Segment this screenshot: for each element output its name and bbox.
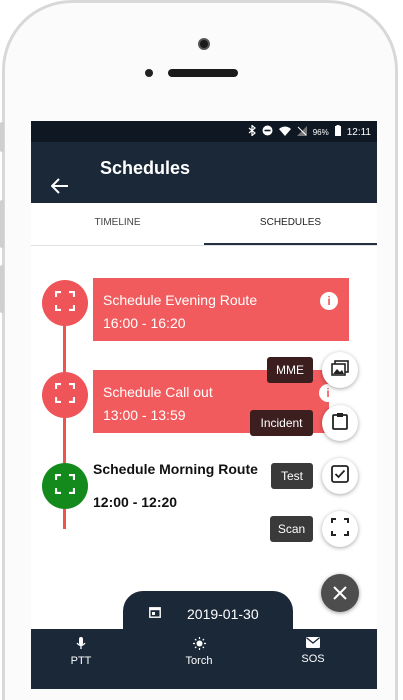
battery-level: 96% (312, 127, 329, 137)
scan-icon (54, 382, 76, 408)
nav-label: SOS (301, 653, 325, 665)
image-icon (331, 359, 349, 381)
schedule-time: 16:00 - 16:20 (103, 315, 186, 331)
speed-dial-label-scan[interactable]: Scan (270, 516, 313, 542)
signal-icon (296, 125, 307, 139)
scan-icon (331, 517, 349, 541)
do-not-disturb-icon (262, 125, 273, 139)
schedule-name: Schedule Evening Route (103, 292, 258, 308)
schedule-node (42, 463, 88, 509)
nav-label: PTT (70, 655, 92, 667)
front-camera (198, 38, 210, 50)
side-button (0, 122, 4, 152)
bluetooth-icon (248, 124, 256, 139)
mic-icon (76, 637, 86, 653)
side-button (0, 200, 4, 248)
earpiece-speaker (168, 69, 238, 77)
page-title: Schedules (100, 158, 191, 178)
clock: 12:11 (346, 126, 371, 138)
wifi-icon (278, 126, 291, 139)
nav-sos[interactable]: SOS (283, 637, 343, 665)
speed-dial-label-test[interactable]: Test (271, 463, 313, 489)
proximity-sensor (145, 69, 153, 77)
phone-frame: 96% 12:11 Schedules TIMELINE SCHEDULES S… (0, 0, 403, 700)
checkbox-icon (331, 464, 349, 488)
schedule-time: 12:00 - 12:20 (93, 494, 178, 510)
side-button (0, 265, 4, 313)
close-speed-dial-button[interactable] (321, 574, 359, 612)
scan-icon (54, 290, 76, 316)
schedule-name: Schedule Call out (103, 384, 213, 400)
tab-timeline[interactable]: TIMELINE (31, 203, 204, 243)
close-icon (333, 583, 347, 605)
status-bar: 96% 12:11 (31, 121, 377, 142)
schedule-node (42, 372, 88, 418)
bottom-nav: PTT Torch SOS (31, 629, 377, 689)
speed-dial-scan-button[interactable] (322, 511, 358, 547)
scan-icon (54, 473, 76, 499)
nav-torch[interactable]: Torch (169, 637, 229, 667)
schedule-card[interactable]: Schedule Evening Route 16:00 - 16:20 i (93, 278, 349, 341)
speed-dial-label-mme[interactable]: MME (267, 357, 313, 383)
schedule-name[interactable]: Schedule Morning Route (93, 461, 258, 477)
back-arrow-icon[interactable] (50, 178, 69, 198)
calendar-icon (149, 605, 161, 623)
nav-label: Torch (185, 655, 213, 667)
speed-dial-label-incident[interactable]: Incident (250, 410, 313, 436)
app-screen: 96% 12:11 Schedules TIMELINE SCHEDULES S… (31, 121, 377, 689)
tab-bar: TIMELINE SCHEDULES (31, 203, 377, 246)
date-selector[interactable]: 2019-01-30 (123, 591, 293, 629)
info-icon[interactable]: i (320, 292, 338, 310)
clipboard-icon (332, 412, 348, 435)
torch-icon (192, 637, 206, 653)
nav-ptt[interactable]: PTT (51, 637, 111, 667)
speed-dial-incident-button[interactable] (322, 405, 358, 441)
speed-dial-mme-button[interactable] (322, 352, 358, 388)
schedule-time: 13:00 - 13:59 (103, 407, 186, 423)
mail-icon (306, 637, 320, 651)
battery-icon (334, 125, 341, 139)
selected-date: 2019-01-30 (187, 606, 259, 622)
speed-dial-test-button[interactable] (322, 458, 358, 494)
tab-schedules[interactable]: SCHEDULES (204, 203, 377, 245)
schedule-node (42, 280, 88, 326)
